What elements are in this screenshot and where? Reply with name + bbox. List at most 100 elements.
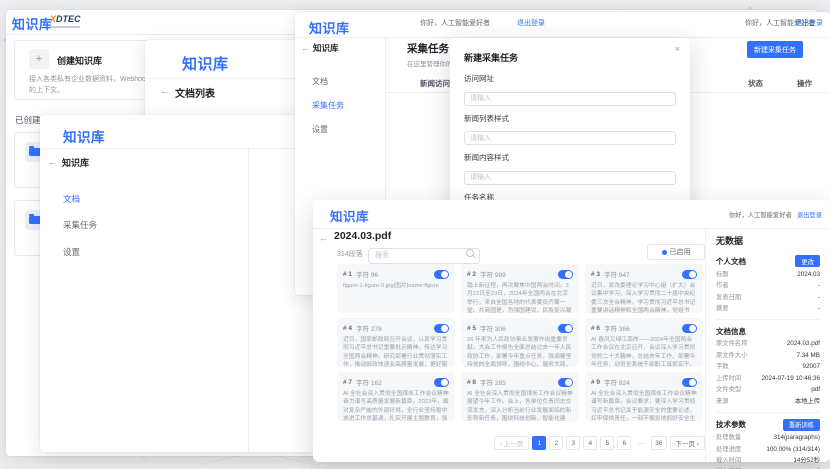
field-input-list-style[interactable]	[464, 131, 676, 145]
meta-row: 载入时间14分52秒	[716, 457, 820, 465]
meta-value: -	[818, 294, 820, 302]
field-label-url: 访问网址	[464, 73, 676, 84]
logout-link[interactable]: 退出登录	[517, 18, 545, 28]
meta-label: 字数	[716, 363, 729, 371]
back-arrow-icon[interactable]: ←	[301, 43, 310, 53]
chunk-char-count: 字符 366	[604, 323, 630, 333]
personal-doc-title: 个人文档	[716, 256, 746, 267]
window-document-detail: 知识库 你好，人工智能爱好者 退出登录 ← 2024.03.pdf 314段落 …	[313, 200, 830, 462]
meta-value: 7.34 MB	[797, 352, 820, 360]
page-button[interactable]: 6	[617, 436, 631, 450]
page-button[interactable]: 2	[549, 436, 563, 450]
meta-row: 处理数量 314(paragraphs)	[716, 434, 820, 442]
prev-page-button[interactable]: ‹ 上一页	[494, 436, 529, 450]
page-button[interactable]: 36	[651, 436, 666, 450]
sidebar-item-settings[interactable]: 设置	[312, 124, 328, 135]
meta-row: 原文件名称2024.03.pdf	[716, 340, 820, 348]
modal-title: 新建采集任务	[464, 53, 518, 63]
meta-row: 原文件大小7.34 MB	[716, 352, 820, 360]
chunk-index: # 6	[591, 325, 600, 332]
chunk-enabled-toggle[interactable]	[558, 324, 573, 333]
meta-row: 发表日期-	[716, 294, 820, 302]
chunk-enabled-toggle[interactable]	[682, 378, 697, 387]
panel-empty-label: 无数据	[716, 234, 820, 247]
meta-row: 标题2024.03	[716, 271, 820, 279]
new-task-button[interactable]: 新建采集任务	[747, 41, 803, 58]
enabled-filter-button[interactable]: 已启用	[647, 244, 705, 260]
chunk-enabled-toggle[interactable]	[682, 324, 697, 333]
chunk-enabled-toggle[interactable]	[558, 378, 573, 387]
meta-value: 2024.03	[797, 271, 820, 279]
meta-row: 来源本地上传	[716, 398, 820, 406]
meta-row: 字数92007	[716, 363, 820, 371]
meta-row: 文件类型pdf	[716, 386, 820, 394]
chunk-enabled-toggle[interactable]	[682, 270, 697, 279]
meta-value: 100.00% (314/314)	[766, 446, 820, 454]
chunk-text: AI 全社会深入贯彻全国煤炭工作会议精神 奋力谱写高质量发展新篇章。2023年，…	[343, 390, 449, 421]
page-button[interactable]: 4	[583, 436, 597, 450]
back-arrow-icon[interactable]: ←	[319, 233, 328, 243]
search-icon	[466, 249, 474, 257]
xdtec-brand-logo: XDTEC	[50, 15, 81, 28]
plus-icon: +	[29, 49, 49, 69]
page-button[interactable]: 3	[566, 436, 580, 450]
chunk-index: # 1	[343, 271, 352, 278]
meta-row: 作者-	[716, 282, 820, 290]
kb-back-label[interactable]: 知识库	[62, 156, 89, 169]
close-icon[interactable]: ×	[675, 44, 680, 54]
enabled-filter-label: 已启用	[670, 247, 691, 257]
chunk-grid: # 1字符 96 figure-1-figure-0.jpg|图片|name:f…	[337, 264, 703, 421]
sidebar-item-settings[interactable]: 设置	[63, 246, 80, 258]
sidebar-item-tasks[interactable]: 采集任务	[312, 100, 344, 111]
meta-value: 2024-07-19 10:46:36	[762, 375, 820, 383]
field-input-url[interactable]	[464, 92, 676, 106]
next-page-button[interactable]: 下一页 ›	[670, 436, 705, 450]
back-arrow-icon[interactable]: ←	[160, 86, 170, 97]
search-input[interactable]	[368, 248, 480, 264]
chunk-card: # 1字符 96 figure-1-figure-0.jpg|图片|name:f…	[337, 264, 455, 313]
page-button[interactable]: 1	[532, 436, 546, 450]
chunk-index: # 5	[467, 325, 476, 332]
meta-value: 314(paragraphs)	[773, 434, 820, 442]
metadata-panel: 无数据 个人文档 更改 标题2024.03 作者- 发表日期- 摘要- 文档信息…	[705, 228, 830, 462]
app-logo: 知识库	[182, 53, 229, 74]
logout-link[interactable]: 退出登录	[795, 18, 823, 28]
app-logo: 知识库	[63, 126, 105, 146]
app-logo: 知识库	[12, 14, 53, 33]
xdtec-logo-text: DTEC	[56, 14, 81, 24]
chunk-enabled-toggle[interactable]	[558, 270, 573, 279]
chunk-enabled-toggle[interactable]	[434, 270, 449, 279]
chunk-card: # 7字符 162 AI 全社会深入贯彻全国煤炭工作会议精神 奋力谱写高质量发展…	[337, 372, 455, 421]
meta-label: 摘要	[716, 305, 729, 313]
window-kb-detail: 知识库 ← 知识库 文档 采集任务 设置	[40, 115, 315, 452]
back-arrow-icon[interactable]: ←	[48, 157, 57, 167]
logout-link[interactable]: 退出登录	[797, 210, 822, 219]
meta-label: 文件类型	[716, 386, 741, 394]
sidebar-item-tasks[interactable]: 采集任务	[63, 219, 97, 231]
chunk-char-count: 字符 265	[480, 377, 506, 387]
kb-back-label[interactable]: 知识库	[313, 42, 339, 54]
enabled-dot-icon	[662, 250, 667, 255]
document-title: 2024.03.pdf	[334, 230, 391, 242]
meta-label: 处理数量	[716, 434, 741, 442]
chunk-text: 近日，发改委理论学习中心组（扩大）会议集中学习，深入学习贯彻二十届中央纪委三次全…	[591, 282, 697, 313]
create-kb-title: 创建知识库	[57, 54, 102, 67]
meta-value: 2024.03.pdf	[787, 340, 820, 348]
new-task-modal: 新建采集任务 × 访问网址 新闻列表样式 新闻内容样式 任务名称 是否定期执行	[450, 38, 690, 224]
tech-params-title: 技术参数	[716, 419, 746, 430]
page-button[interactable]: 5	[600, 436, 614, 450]
desktop-stage: 知识库 XDTEC + 创建知识库 接入各类私有企业数据资料，Webhook 等…	[0, 0, 830, 469]
paragraph-count: 314段落	[337, 249, 363, 259]
chunk-index: # 7	[343, 379, 352, 386]
retrain-button[interactable]: 重新训练	[783, 419, 820, 431]
chunk-index: # 9	[591, 379, 600, 386]
chunk-enabled-toggle[interactable]	[434, 378, 449, 387]
header-user-area: 你好，人工智能爱好者 退出登录	[729, 210, 822, 219]
field-input-content-style[interactable]	[464, 171, 676, 185]
chunk-text: figure-1-figure-0.jpg|图片|name:figure	[343, 282, 449, 313]
sidebar-item-docs[interactable]: 文档	[312, 76, 328, 87]
sidebar-item-docs[interactable]: 文档	[63, 193, 80, 205]
chunk-enabled-toggle[interactable]	[434, 324, 449, 333]
meta-label: 载入时间	[716, 457, 741, 465]
change-button[interactable]: 更改	[795, 255, 820, 267]
